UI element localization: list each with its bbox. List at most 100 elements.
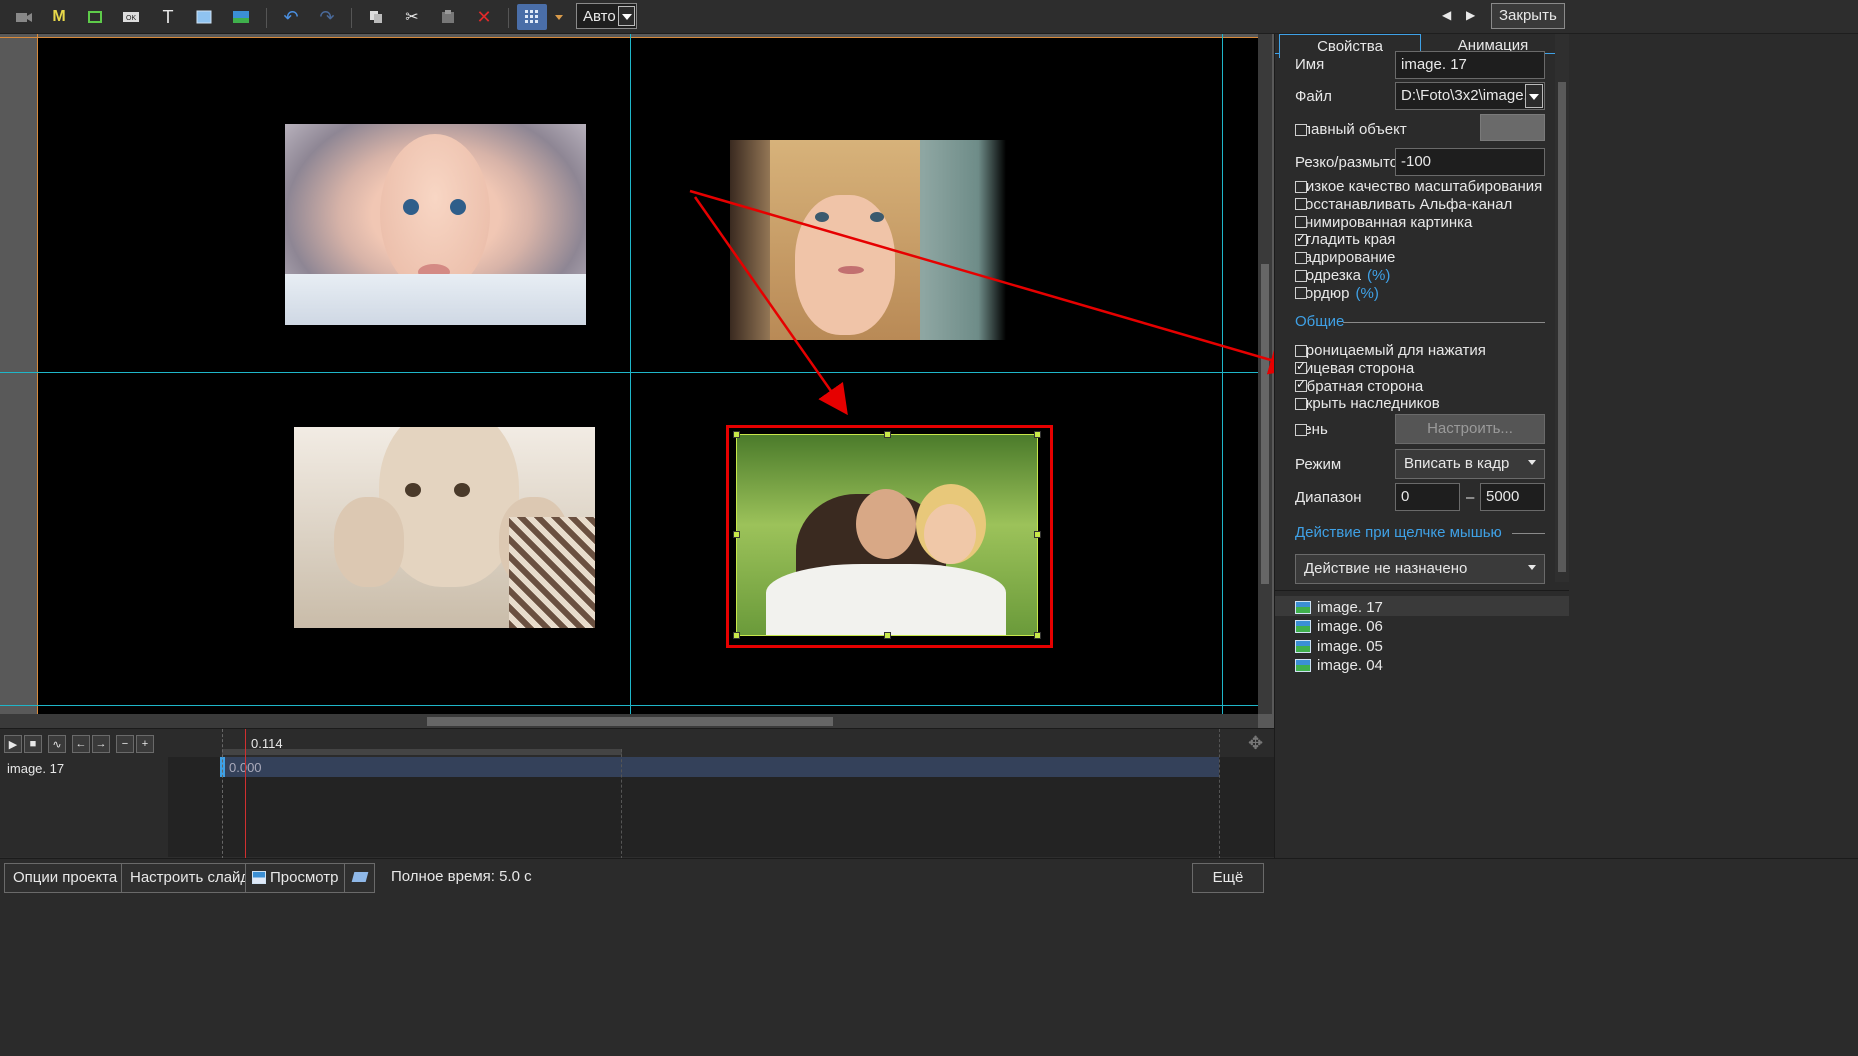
- ok-button-icon[interactable]: OK: [117, 5, 145, 29]
- main-object-label: Главный объект: [1295, 121, 1407, 138]
- image-option-checkbox[interactable]: [1295, 198, 1307, 211]
- project-options-button[interactable]: Опции проекта: [4, 863, 127, 893]
- preview-label: Просмотр: [270, 869, 339, 886]
- main-object-checkbox[interactable]: [1295, 123, 1307, 136]
- image-option-checkbox[interactable]: [1295, 216, 1307, 229]
- mode-dropdown[interactable]: Вписать в кадр: [1395, 449, 1545, 479]
- grid-dropdown-icon[interactable]: [552, 5, 566, 29]
- stop-icon[interactable]: ■: [24, 735, 42, 753]
- general-option-checkbox[interactable]: [1295, 377, 1307, 393]
- image-option-checkbox[interactable]: [1295, 251, 1307, 264]
- general-option-row[interactable]: Скрыть наследников: [1295, 395, 1440, 412]
- file-input[interactable]: D:\Foto\3x2\image. 1: [1395, 82, 1545, 110]
- image-option-row[interactable]: Подрезка (%): [1295, 267, 1390, 284]
- timeline-panel: ▶ ■ ∿ ← → − + 0.114 ✥ image. 17 0.000: [0, 728, 1274, 859]
- mode-select[interactable]: Авто: [576, 3, 637, 29]
- paste-icon[interactable]: [434, 5, 462, 29]
- shadow-checkbox[interactable]: [1295, 423, 1307, 436]
- general-option-checkbox[interactable]: [1295, 344, 1307, 357]
- panel-scrollbar[interactable]: [1555, 34, 1569, 582]
- layer-name: image. 05: [1317, 637, 1383, 655]
- play-icon[interactable]: ▶: [4, 735, 22, 753]
- image-option-row[interactable]: Низкое качество масштабирования: [1295, 178, 1542, 195]
- arrow-right-icon[interactable]: →: [92, 735, 110, 753]
- image-option-checkbox[interactable]: [1295, 287, 1307, 300]
- image-option-checkbox[interactable]: [1295, 231, 1307, 246]
- image-option-percent-suffix: (%): [1367, 267, 1391, 284]
- image-option-row[interactable]: Бордюр (%): [1295, 285, 1379, 302]
- mode-select-value: Авто: [583, 8, 616, 25]
- name-input[interactable]: image. 17: [1395, 51, 1545, 79]
- scroll-right-icon[interactable]: ▶: [1466, 8, 1475, 22]
- sharpness-label: Резко/размыто: [1295, 154, 1399, 171]
- text-icon[interactable]: T: [154, 5, 182, 29]
- file-path: D:\Foto\3x2\image. 1: [1401, 87, 1541, 104]
- image-option-label: Кадрирование: [1295, 249, 1396, 267]
- image-option-row[interactable]: Сгладить края: [1295, 231, 1395, 248]
- name-label: Имя: [1295, 56, 1325, 73]
- chevron-down-icon[interactable]: [618, 6, 635, 26]
- track-clip[interactable]: [222, 757, 1219, 777]
- frame-icon[interactable]: [81, 5, 109, 29]
- camera-icon[interactable]: [10, 5, 38, 29]
- layer-item[interactable]: image. 05: [1295, 636, 1383, 656]
- click-action-dropdown[interactable]: Действие не назначено: [1295, 554, 1545, 584]
- shadow-setup-button[interactable]: Настроить...: [1395, 414, 1545, 444]
- shadow-row[interactable]: Тень: [1295, 421, 1328, 438]
- zoom-in-icon[interactable]: +: [136, 735, 154, 753]
- zoom-out-icon[interactable]: −: [116, 735, 134, 753]
- slide-canvas-area[interactable]: [0, 34, 1490, 846]
- time-ruler[interactable]: [222, 749, 622, 755]
- bottom-bar: Опции проекта Настроить слайд Просмотр П…: [0, 858, 1858, 1056]
- general-option-row[interactable]: Проницаемый для нажатия: [1295, 342, 1486, 359]
- section-divider: [1512, 533, 1545, 534]
- timeline-header: [0, 729, 1274, 757]
- copy-icon[interactable]: [362, 5, 390, 29]
- scroll-left-icon[interactable]: ◀: [1442, 8, 1451, 22]
- waveform-icon[interactable]: ∿: [48, 735, 66, 753]
- chevron-down-icon[interactable]: [1525, 84, 1543, 108]
- playhead[interactable]: [245, 729, 246, 859]
- arrow-left-icon[interactable]: ←: [72, 735, 90, 753]
- image-option-row[interactable]: Кадрирование: [1295, 249, 1395, 266]
- grid-icon[interactable]: [517, 4, 547, 30]
- layer-name: image. 17: [1317, 598, 1383, 616]
- range-to-input[interactable]: 5000: [1480, 483, 1545, 511]
- redo-icon[interactable]: ↷: [313, 5, 341, 29]
- main-object-row[interactable]: Главный объект: [1295, 121, 1407, 138]
- image-option-label: Анимированная картинка: [1295, 213, 1473, 231]
- rectangle-icon[interactable]: [190, 5, 218, 29]
- preview-button[interactable]: Просмотр: [245, 863, 348, 893]
- image-layer-icon: [1295, 600, 1311, 614]
- publish-button[interactable]: [344, 863, 375, 893]
- layer-item[interactable]: image. 06: [1295, 617, 1383, 637]
- click-action-value: Действие не назначено: [1304, 560, 1468, 577]
- general-option-checkbox[interactable]: [1295, 359, 1307, 375]
- layer-item[interactable]: image. 04: [1295, 656, 1383, 676]
- track-name: image. 17: [7, 761, 65, 776]
- layer-name: image. 06: [1317, 618, 1383, 635]
- image-icon[interactable]: [227, 5, 255, 29]
- image-option-row[interactable]: Восстанавливать Альфа-канал: [1295, 196, 1512, 213]
- sharpness-input[interactable]: -100: [1395, 148, 1545, 176]
- image-option-row[interactable]: Анимированная картинка: [1295, 214, 1472, 231]
- general-option-row[interactable]: Обратная сторона: [1295, 377, 1423, 395]
- mask-icon[interactable]: M: [45, 5, 73, 29]
- image-option-label: Сгладить края: [1295, 231, 1396, 249]
- range-label: Диапазон: [1295, 489, 1362, 506]
- general-option-row[interactable]: Лицевая сторона: [1295, 359, 1414, 377]
- undo-icon[interactable]: ↶: [277, 5, 305, 29]
- layer-item[interactable]: image. 17: [1295, 597, 1383, 617]
- image-option-checkbox[interactable]: [1295, 269, 1307, 282]
- general-option-label: Проницаемый для нажатия: [1295, 342, 1486, 359]
- move-icon[interactable]: ✥: [1248, 733, 1263, 754]
- delete-icon[interactable]: ✕: [470, 5, 498, 29]
- general-option-checkbox[interactable]: [1295, 397, 1307, 410]
- cut-icon[interactable]: ✂: [398, 5, 426, 29]
- more-button[interactable]: Ещё: [1192, 863, 1264, 893]
- range-from-input[interactable]: 0: [1395, 483, 1460, 511]
- main-object-swatch[interactable]: [1480, 114, 1545, 141]
- close-button[interactable]: Закрыть: [1491, 3, 1565, 29]
- image-option-checkbox[interactable]: [1295, 180, 1307, 193]
- slide-setup-button[interactable]: Настроить слайд: [121, 863, 259, 893]
